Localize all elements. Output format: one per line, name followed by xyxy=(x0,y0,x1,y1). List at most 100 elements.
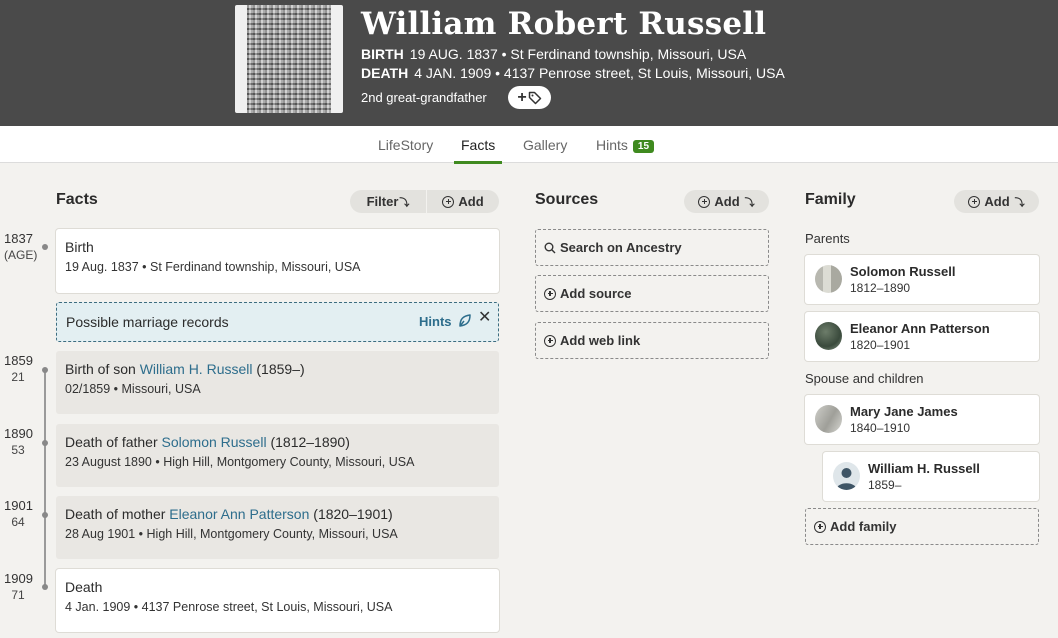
person-dates: 1812–1890 xyxy=(850,281,911,295)
person-name: Solomon Russell xyxy=(850,264,956,279)
add-tag-button[interactable]: + xyxy=(508,86,551,109)
chevron-down-icon: ⤵ xyxy=(399,198,410,209)
close-icon[interactable]: ✕ xyxy=(478,307,491,327)
avatar xyxy=(815,322,842,350)
age-value: 21 xyxy=(11,370,25,384)
facts-toolbar: Filter ⤵ Add xyxy=(350,190,499,213)
add-web-link-button[interactable]: Add web link xyxy=(535,322,769,359)
child-card[interactable]: William H. Russell 1859– xyxy=(823,452,1039,501)
spouse-and-children-label: Spouse and children xyxy=(805,371,924,386)
chevron-down-icon: ⤵ xyxy=(744,198,755,209)
age-value: 71 xyxy=(11,588,25,602)
facts-title: Facts xyxy=(56,191,98,208)
tab-gallery[interactable]: Gallery xyxy=(523,137,567,153)
document-thumbnail xyxy=(247,5,331,113)
add-family-button[interactable]: Add family xyxy=(805,508,1039,545)
birth-label: BIRTH xyxy=(361,46,404,62)
hint-text: Possible marriage records xyxy=(66,314,229,330)
person-name: William H. Russell xyxy=(868,461,980,476)
tag-icon xyxy=(528,91,541,104)
plus-circle-icon xyxy=(814,520,826,533)
tab-hints-label: Hints xyxy=(596,137,628,153)
fact-title: Birth of son William H. Russell (1859–) xyxy=(65,361,490,377)
person-link[interactable]: William H. Russell xyxy=(140,361,253,377)
parent-card-father[interactable]: Solomon Russell 1812–1890 xyxy=(805,255,1039,304)
timeline-year: 1901 64 xyxy=(4,498,33,529)
tab-bar: LifeStory Facts Gallery Hints 15 xyxy=(0,126,1058,164)
parents-label: Parents xyxy=(805,231,850,246)
plus-circle-icon xyxy=(544,287,556,300)
add-web-link-label: Add web link xyxy=(560,333,641,348)
fact-suffix: (1859–) xyxy=(252,361,305,377)
add-fact-label: Add xyxy=(458,194,484,209)
hints-count-badge: 15 xyxy=(632,140,655,153)
person-link[interactable]: Eleanor Ann Patterson xyxy=(169,506,309,522)
sources-title: Sources xyxy=(535,191,599,208)
add-family-menu-button[interactable]: Add ⤵ xyxy=(954,190,1039,213)
timeline-year: 1837 (AGE) xyxy=(4,231,38,262)
spouse-card[interactable]: Mary Jane James 1840–1910 xyxy=(805,395,1039,444)
age-value: 64 xyxy=(11,515,25,529)
search-label: Search on Ancestry xyxy=(560,240,682,255)
hints-link[interactable]: Hints xyxy=(419,314,452,329)
fact-prefix: Death of father xyxy=(65,434,162,450)
tab-facts[interactable]: Facts xyxy=(453,137,503,164)
fact-suffix: (1820–1901) xyxy=(309,506,393,522)
avatar-silhouette-icon xyxy=(833,462,860,490)
filter-button[interactable]: Filter ⤵ xyxy=(350,190,426,213)
timeline-dot xyxy=(42,244,48,250)
birth-summary: BIRTH 19 AUG. 1837 • St Ferdinand townshi… xyxy=(361,46,746,62)
age-value: (AGE) xyxy=(4,248,38,262)
timeline-dot xyxy=(42,512,48,518)
search-icon xyxy=(544,242,556,253)
timeline-dot xyxy=(42,584,48,590)
person-dates: 1859– xyxy=(868,478,902,492)
avatar xyxy=(815,405,842,433)
fact-card-birth[interactable]: Birth 19 Aug. 1837 • St Ferdinand townsh… xyxy=(56,229,499,293)
person-header: William Robert Russell BIRTH 19 AUG. 1837… xyxy=(0,0,1058,126)
year-value: 1909 xyxy=(4,571,33,586)
fact-detail: 23 August 1890 • High Hill, Montgomery C… xyxy=(65,455,415,469)
fact-title: Death of father Solomon Russell (1812–18… xyxy=(65,434,490,450)
fact-title: Birth xyxy=(65,239,94,255)
chevron-down-icon: ⤵ xyxy=(1014,198,1025,209)
person-name: Mary Jane James xyxy=(850,404,958,419)
person-name: Eleanor Ann Patterson xyxy=(850,321,990,336)
tab-hints[interactable]: Hints 15 xyxy=(596,137,655,153)
filter-label: Filter xyxy=(366,194,399,209)
fact-prefix: Death of mother xyxy=(65,506,170,522)
fact-detail: 02/1859 • Missouri, USA xyxy=(65,382,201,396)
relationship-label: 2nd great-grandfather xyxy=(361,90,487,105)
add-source-button[interactable]: Add source xyxy=(535,275,769,312)
person-name: William Robert Russell xyxy=(361,6,767,42)
fact-card-birth-of-son[interactable]: Birth of son William H. Russell (1859–) … xyxy=(56,351,499,414)
tab-lifestory[interactable]: LifeStory xyxy=(378,137,433,153)
family-title: Family xyxy=(805,191,856,208)
fact-card-death[interactable]: Death 4 Jan. 1909 • 4137 Penrose street,… xyxy=(56,569,499,632)
plus-circle-icon xyxy=(698,195,711,208)
fact-card-death-of-father[interactable]: Death of father Solomon Russell (1812–18… xyxy=(56,424,499,487)
year-value: 1901 xyxy=(4,498,33,513)
profile-photo[interactable] xyxy=(235,5,343,113)
marriage-hint-card[interactable]: Possible marriage records Hints ✕ xyxy=(56,302,499,342)
death-label: DEATH xyxy=(361,65,409,81)
add-fact-button[interactable]: Add xyxy=(427,190,499,213)
plus-circle-icon xyxy=(968,195,981,208)
fact-detail: 28 Aug 1901 • High Hill, Montgomery Coun… xyxy=(65,527,398,541)
person-link[interactable]: Solomon Russell xyxy=(162,434,267,450)
parent-card-mother[interactable]: Eleanor Ann Patterson 1820–1901 xyxy=(805,312,1039,361)
leaf-hint-icon[interactable] xyxy=(457,313,472,328)
fact-card-death-of-mother[interactable]: Death of mother Eleanor Ann Patterson (1… xyxy=(56,496,499,559)
search-on-ancestry-button[interactable]: Search on Ancestry xyxy=(535,229,769,266)
timeline-line xyxy=(44,369,46,588)
age-value: 53 xyxy=(11,443,25,457)
death-value: 4 JAN. 1909 • 4137 Penrose street, St Lo… xyxy=(414,65,785,81)
fact-suffix: (1812–1890) xyxy=(266,434,350,450)
fact-detail: 19 Aug. 1837 • St Ferdinand township, Mi… xyxy=(65,260,361,274)
add-label: Add xyxy=(714,194,740,209)
person-dates: 1840–1910 xyxy=(850,421,911,435)
fact-title: Death of mother Eleanor Ann Patterson (1… xyxy=(65,506,490,522)
plus-circle-icon xyxy=(544,334,556,347)
person-dates: 1820–1901 xyxy=(850,338,911,352)
add-source-menu-button[interactable]: Add ⤵ xyxy=(684,190,769,213)
